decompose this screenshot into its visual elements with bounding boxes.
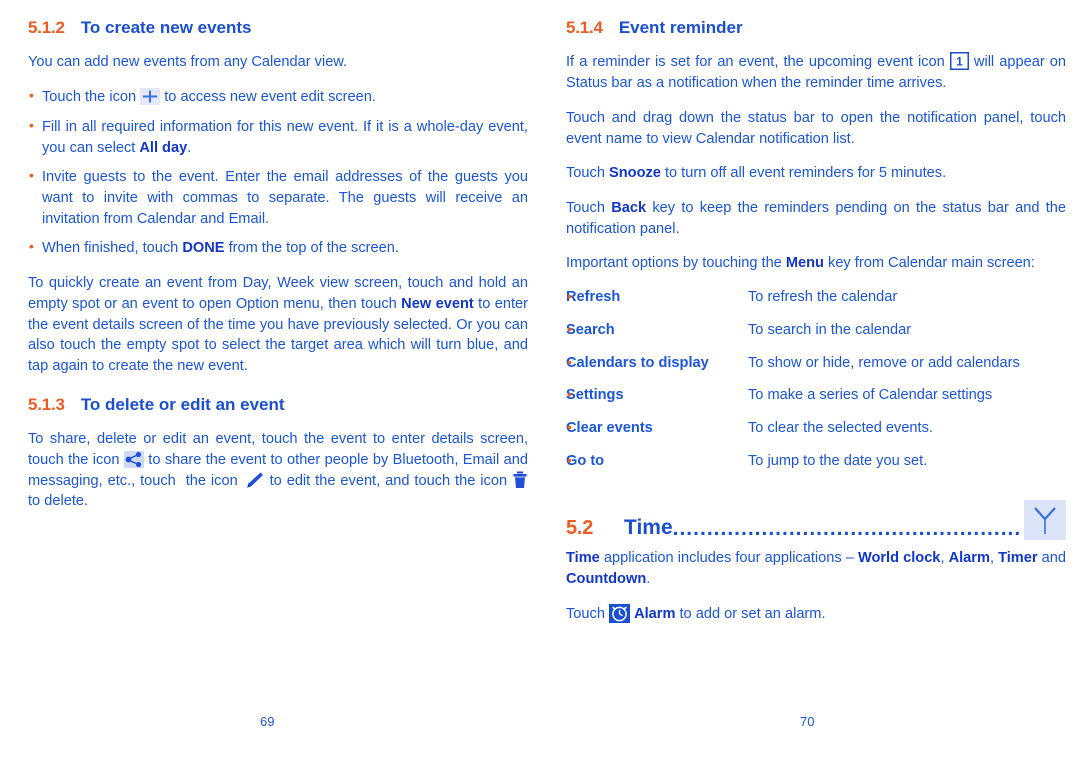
para3-pre: Touch	[566, 165, 609, 182]
option-name[interactable]: Clear events	[566, 418, 748, 452]
bold-alarm-1: Alarm	[948, 550, 990, 567]
bold-countdown: Countdown	[566, 570, 647, 587]
option-description: To show or hide, remove or add calendars	[748, 354, 1020, 371]
option-description: To clear the selected events.	[748, 419, 933, 436]
bold-menu: Menu	[785, 255, 824, 272]
svg-text:1: 1	[956, 55, 963, 69]
table-row: Refresh To refresh the calendar	[566, 287, 1066, 321]
share-icon[interactable]	[123, 450, 144, 468]
heading-5-1-2-title: To create new events	[80, 18, 252, 37]
table-row: Clear events To clear the selected event…	[566, 418, 1066, 452]
section-514-para-5: Important options by touching the Menu k…	[566, 253, 1066, 274]
para5-pre: Important options by touching the	[566, 255, 786, 272]
heading-5-1-3-title: To delete or edit an event	[80, 394, 285, 414]
alarm-clock-icon[interactable]	[609, 603, 630, 623]
section-514-para-2: Touch and drag down the status bar to op…	[566, 109, 1066, 147]
option-name[interactable]: Calendars to display	[566, 353, 748, 387]
menu-options-table: Refresh To refresh the calendar Search T…	[566, 287, 1066, 485]
calendar-notification-icon[interactable]: 1	[949, 52, 969, 71]
bold-timer: Timer	[998, 550, 1038, 567]
para-time-mid: application includes four applications –	[599, 550, 858, 567]
section-513-paragraph: To share, delete or edit an event, touch…	[28, 431, 528, 510]
section-512-paragraph: To quickly create an event from Day, Wee…	[28, 275, 529, 375]
option-description: To jump to the date you set.	[748, 452, 928, 469]
sep-2: ,	[989, 550, 999, 567]
option-name[interactable]: Go to	[566, 451, 748, 485]
heading-5-1-3: 5.1.3 To delete or edit an event	[28, 395, 528, 415]
heading-5-1-4-number: 5.1.4	[566, 18, 603, 37]
heading-5-1-3-number: 5.1.3	[28, 394, 65, 414]
bullet-text-touch-icon-pre: Touch the icon	[42, 89, 141, 106]
para1-before-icon: If a reminder is set for an event, the u…	[566, 54, 950, 71]
list-item: Touch the icon to access new event edit …	[28, 86, 528, 108]
time-app-icon[interactable]	[1024, 500, 1066, 541]
option-description: To search in the calendar	[748, 321, 912, 338]
bold-snooze: Snooze	[609, 165, 661, 182]
option-name[interactable]: Settings	[566, 385, 748, 419]
sep-3: and	[1037, 550, 1067, 567]
table-row: Go to To jump to the date you set.	[566, 451, 1066, 485]
section-52-para-1: Time application includes four applicati…	[566, 548, 1066, 589]
list-item: Fill in all required information for thi…	[28, 116, 528, 158]
para4-pre: Touch	[566, 199, 612, 216]
trash-delete-icon[interactable]	[512, 471, 528, 489]
section-512-intro: You can add new events from any Calendar…	[28, 54, 348, 71]
bold-done: DONE	[182, 240, 225, 257]
right-page-column: 5.1.4 Event reminder If a reminder is set…	[566, 0, 1066, 767]
bold-world-clock: World clock	[857, 550, 941, 567]
bold-back: Back	[611, 199, 647, 216]
list-item: Invite guests to the event. Enter the em…	[28, 166, 528, 229]
plus-icon[interactable]	[140, 88, 161, 106]
table-row: Calendars to display To show or hide, re…	[566, 353, 1066, 387]
para-alarm-post: to add or set an alarm.	[675, 605, 826, 622]
para5-post: key from Calendar main screen:	[823, 255, 1035, 272]
sep-1: ,	[940, 550, 949, 567]
section-514-para-3: Touch Snooze to turn off all event remin…	[566, 163, 1066, 184]
heading-5-1-2: 5.1.2 To create new events	[28, 18, 528, 38]
section-514-para-1: If a reminder is set for an event, the u…	[566, 52, 1066, 93]
option-name[interactable]: Search	[566, 320, 748, 354]
heading-5-1-2-number: 5.1.2	[28, 18, 65, 37]
section-52-para-2: Touch Alarm to add or set an alarm.	[566, 603, 1066, 625]
para-time-end: .	[646, 570, 651, 587]
heading-5-2: 5.2 Time ...............................…	[566, 500, 1066, 541]
pencil-edit-icon[interactable]	[243, 471, 265, 489]
bold-time: Time	[566, 550, 600, 567]
heading-5-2-title: Time	[624, 516, 673, 540]
option-description: To make a series of Calendar settings	[748, 387, 993, 404]
option-description: To refresh the calendar	[748, 289, 898, 306]
heading-5-1-4: 5.1.4 Event reminder	[566, 18, 1066, 38]
left-page-column: 5.1.2 To create new events You can add ne…	[28, 0, 528, 767]
page-number-left: 69	[260, 714, 275, 729]
bold-alarm-2: Alarm	[634, 605, 676, 622]
bold-all-day: All day	[139, 139, 188, 156]
option-name[interactable]: Refresh	[566, 287, 748, 321]
page-number-right: 70	[800, 714, 815, 729]
section-512-bullet-list: Touch the icon to access new event edit …	[28, 86, 528, 259]
bold-new-event: New event	[401, 295, 474, 312]
table-row: Search To search in the calendar	[566, 320, 1066, 354]
heading-5-2-number: 5.2	[566, 517, 594, 540]
para-alarm-pre: Touch	[566, 605, 609, 622]
section-514-para-4: Touch Back key to keep the reminders pen…	[566, 198, 1066, 239]
dot-leader: ........................................…	[672, 518, 1020, 540]
list-item: When finished, touch DONE from the top o…	[28, 237, 528, 259]
heading-5-1-4-title: Event reminder	[618, 18, 743, 37]
table-row: Settings To make a series of Calendar se…	[566, 385, 1066, 419]
document-page: 5.1.2 To create new events You can add ne…	[0, 0, 1080, 767]
bullet-text-touch-icon-post: to access new event edit screen.	[160, 89, 376, 106]
para3-post: to turn off all event reminders for 5 mi…	[660, 165, 947, 182]
